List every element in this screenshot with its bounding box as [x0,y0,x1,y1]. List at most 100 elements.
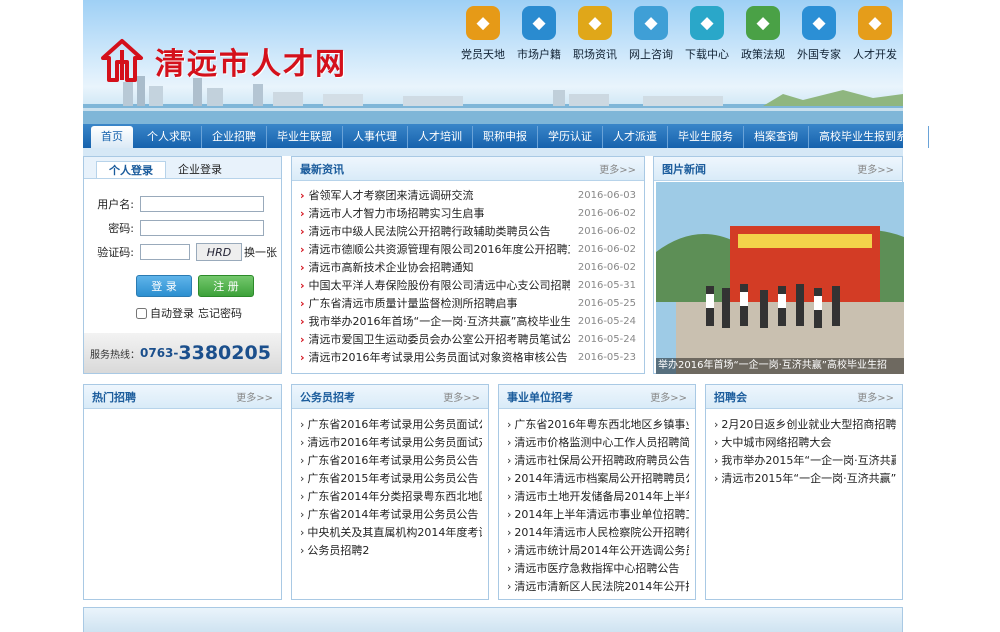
nav-home[interactable]: 首页 [91,126,133,148]
list-item[interactable]: 清远市土地开发储备局2014年上半年公开 [507,488,689,506]
nav-item[interactable]: 个人求职 [137,126,202,148]
news-title[interactable]: 省领军人才考察团来清远调研交流 [300,187,570,205]
login-button[interactable]: 登 录 [136,275,192,297]
civil-service-title: 公务员招考 [300,390,355,404]
photo-news-more-link[interactable]: 更多>> [857,161,894,176]
quick-link-policy[interactable]: ◆ 政策法规 [735,6,791,62]
institution-jobs-title: 事业单位招考 [507,390,573,404]
quick-link-market[interactable]: ◆ 市场户籍 [511,6,567,62]
list-item[interactable]: 清远市价格监测中心工作人员招聘简章 [507,434,689,452]
list-item[interactable]: 我市举办2015年“一企一岗·互济共赢”暨 [714,452,896,470]
list-item[interactable]: 2014年清远市档案局公开招聘聘员公告 [507,470,689,488]
news-title[interactable]: 清远市爱国卫生运动委员会办公室公开招考聘员笔试公告 [300,331,570,349]
register-button[interactable]: 注 册 [198,275,254,297]
list-item[interactable]: 2014年上半年清远市事业单位招聘工作人 [507,506,689,524]
site-logo[interactable]: 清远市人才网 [99,38,347,84]
list-item[interactable]: 清远市社保局公开招聘政府聘员公告 [507,452,689,470]
tab-company-login[interactable]: 企业登录 [166,161,234,178]
news-icon: ◆ [578,6,612,40]
list-item[interactable]: 广东省2016年考试录用公务员公告 [300,452,482,470]
news-item[interactable]: 清远市高新技术企业协会招聘通知 2016-06-02 [300,259,636,277]
list-item[interactable]: 清远市2015年“一企一岗·互济共赢”高校 [714,470,896,488]
news-date: 2016-06-03 [577,190,636,201]
list-item[interactable]: 清远市清新区人民法院2014年公开招聘 [507,578,689,596]
news-title[interactable]: 清远市2016年考试录用公务员面试对象资格审核公告 [300,349,570,367]
nav-item[interactable]: 毕业生联盟 [267,126,343,148]
news-title[interactable]: 中国太平洋人寿保险股份有限公司清远中心支公司招聘 [300,277,570,295]
news-date: 2016-06-02 [577,226,636,237]
nav-item[interactable]: 职称申报 [473,126,538,148]
captcha-refresh-link[interactable]: 换一张 [244,244,277,260]
hot-jobs-more-link[interactable]: 更多>> [236,389,273,404]
civil-service-panel: 公务员招考 更多>> 广东省2016年考试录用公务员面试公告清远市2016年考试… [291,384,489,600]
news-item[interactable]: 清远市德顺公共资源管理有限公司2016年度公开招聘工作... 2016-06-02 [300,241,636,259]
nav-item[interactable]: 人事代理 [343,126,408,148]
institution-jobs-list: 广东省2016年粤东西北地区乡镇事业单位清远市价格监测中心工作人员招聘简章清远市… [499,409,695,596]
list-item[interactable]: 广东省2014年考试录用公务员公告 [300,506,482,524]
news-title[interactable]: 我市举办2016年首场“一企一岗·互济共赢”高校毕业生招聘会 [300,313,570,331]
list-item[interactable]: 清远市2016年考试录用公务员面试对象资 [300,434,482,452]
list-item[interactable]: 2月20日返乡创业就业大型招商招聘会组 [714,416,896,434]
username-input[interactable] [140,196,264,212]
quick-link-label: 市场户籍 [517,48,561,61]
nav-item[interactable]: 企业招聘 [202,126,267,148]
latest-news-more-link[interactable]: 更多>> [599,161,636,176]
news-item[interactable]: 清远市2016年考试录用公务员面试对象资格审核公告 2016-05-23 [300,349,636,367]
quick-links: ◆ 党员天地 ◆ 市场户籍 ◆ 职场资讯 ◆ 网上咨询 ◆ 下载中心 ◆ 政策法规 ◆ 外国专家 ◆ 人才开发 [455,6,903,62]
news-title[interactable]: 清远市德顺公共资源管理有限公司2016年度公开招聘工作... [300,241,570,259]
news-title[interactable]: 清远市高新技术企业协会招聘通知 [300,259,570,277]
news-item[interactable]: 中国太平洋人寿保险股份有限公司清远中心支公司招聘 2016-05-31 [300,277,636,295]
list-item[interactable]: 中央机关及其直属机构2014年度考试录用 [300,524,482,542]
news-item[interactable]: 我市举办2016年首场“一企一岗·互济共赢”高校毕业生招聘会 2016-05-24 [300,313,636,331]
news-date: 2016-06-02 [577,208,636,219]
news-item[interactable]: 清远市人才智力市场招聘实习生启事 2016-06-02 [300,205,636,223]
quick-link-consult[interactable]: ◆ 网上咨询 [623,6,679,62]
list-item[interactable]: 广东省2014年分类招录粤东西北地区乡镇 [300,488,482,506]
list-item[interactable]: 广东省2016年粤东西北地区乡镇事业单位 [507,416,689,434]
news-title[interactable]: 清远市中级人民法院公开招聘行政辅助类聘员公告 [300,223,570,241]
photo-news-image[interactable]: 举办2016年首场“一企一岗·互济共赢”高校毕业生招 [656,182,904,374]
quick-link-talent[interactable]: ◆ 人才开发 [847,6,903,62]
hot-jobs-title: 热门招聘 [92,390,136,404]
nav-item[interactable]: 档案查询 [744,126,809,148]
tab-personal-login[interactable]: 个人登录 [96,161,166,178]
quick-link-news[interactable]: ◆ 职场资讯 [567,6,623,62]
news-item[interactable]: 省领军人才考察团来清远调研交流 2016-06-03 [300,187,636,205]
list-item[interactable]: 公务员招聘2 [300,542,482,560]
list-item[interactable]: 广东省2015年考试录用公务员公告 [300,470,482,488]
quick-link-expert[interactable]: ◆ 外国专家 [791,6,847,62]
nav-item[interactable]: 学历认证 [538,126,603,148]
nav-item[interactable]: 人才培训 [408,126,473,148]
quick-link-download[interactable]: ◆ 下载中心 [679,6,735,62]
page: 清远市人才网 ◆ 党员天地 ◆ 市场户籍 ◆ 职场资讯 ◆ 网上咨询 ◆ 下载中心 ◆ 政策法规 ◆ 外国… [83,0,929,156]
list-item[interactable]: 2014年清远市人民检察院公开招聘行政辅 [507,524,689,542]
job-fair-photo [656,182,904,374]
news-item[interactable]: 广东省清远市质量计量监督检测所招聘启事 2016-05-25 [300,295,636,313]
news-title[interactable]: 广东省清远市质量计量监督检测所招聘启事 [300,295,570,313]
list-item[interactable]: 清远市统计局2014年公开选调公务员公告 [507,542,689,560]
password-input[interactable] [140,220,264,236]
auto-login-checkbox[interactable] [136,307,147,319]
forgot-password-link[interactable]: 忘记密码 [198,305,242,321]
news-title[interactable]: 清远市人才智力市场招聘实习生启事 [300,205,570,223]
captcha-input[interactable] [140,244,190,260]
news-date: 2016-05-24 [577,334,636,345]
news-item[interactable]: 清远市中级人民法院公开招聘行政辅助类聘员公告 2016-06-02 [300,223,636,241]
expert-icon: ◆ [802,6,836,40]
news-date: 2016-05-25 [577,298,636,309]
quick-link-party[interactable]: ◆ 党员天地 [455,6,511,62]
institution-jobs-more-link[interactable]: 更多>> [650,389,687,404]
list-item[interactable]: 清远市医疗急救指挥中心招聘公告 [507,560,689,578]
nav-item[interactable]: 人才派遣 [603,126,668,148]
job-fairs-more-link[interactable]: 更多>> [857,389,894,404]
quick-link-label: 政策法规 [741,48,785,61]
quick-link-label: 职场资讯 [573,48,617,61]
nav-item[interactable]: 高校毕业生报到系统 [809,126,929,148]
civil-service-more-link[interactable]: 更多>> [443,389,480,404]
photo-news-caption[interactable]: 举办2016年首场“一企一岗·互济共赢”高校毕业生招 [656,358,904,374]
nav-item[interactable]: 毕业生服务 [668,126,744,148]
list-item[interactable]: 广东省2016年考试录用公务员面试公告 [300,416,482,434]
list-item[interactable]: 大中城市网络招聘大会 [714,434,896,452]
news-item[interactable]: 清远市爱国卫生运动委员会办公室公开招考聘员笔试公告 2016-05-24 [300,331,636,349]
captcha-image[interactable]: HRD [196,243,242,261]
